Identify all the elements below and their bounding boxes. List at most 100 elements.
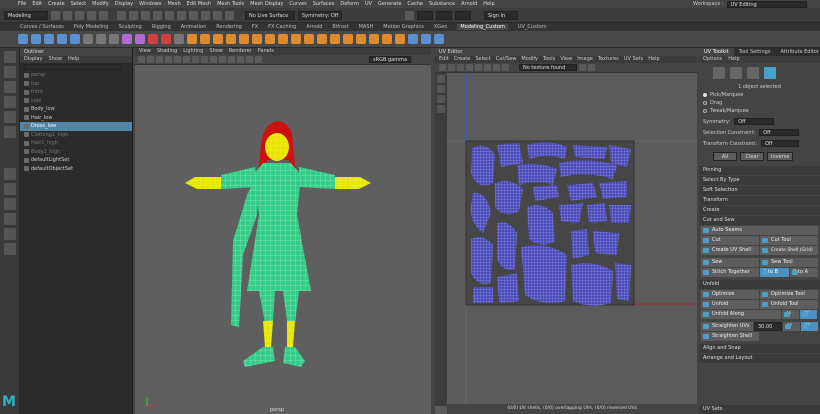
section-create[interactable]: Create <box>699 206 820 215</box>
stitch-together-button[interactable]: Stitch Together <box>701 268 759 277</box>
cut-tool-button[interactable]: Cut Tool <box>760 236 818 245</box>
uv-grid-icon[interactable] <box>439 64 446 71</box>
tab-xgen[interactable]: XGen <box>434 24 448 30</box>
paint-select-icon[interactable] <box>3 81 16 93</box>
vp-menu-show[interactable]: Show <box>209 48 223 55</box>
vp-menu-lighting[interactable]: Lighting <box>183 48 203 55</box>
outliner-item[interactable]: Hair_low <box>20 114 132 123</box>
menu-modify[interactable]: Modify <box>92 1 109 7</box>
live-surface-dropdown[interactable]: No Live Surface <box>245 11 295 20</box>
uv-gamma-icon[interactable] <box>588 64 595 71</box>
mirror-icon[interactable] <box>122 34 132 44</box>
resolution-gate-icon[interactable] <box>192 56 199 63</box>
outliner-item[interactable]: front <box>20 88 132 97</box>
uv-menu-modify[interactable]: Modify <box>521 56 538 63</box>
select-all-button[interactable]: All <box>713 152 737 161</box>
append-polygon-icon[interactable] <box>278 34 288 44</box>
menu-mesh-tools[interactable]: Mesh Tools <box>217 1 244 7</box>
multicut-icon[interactable] <box>226 34 236 44</box>
uv-canvas[interactable] <box>447 73 697 404</box>
symmetry-toolkit-dropdown[interactable]: Off <box>734 118 775 125</box>
lights-icon[interactable] <box>228 56 235 63</box>
straighten-v-button[interactable]: V <box>801 322 818 331</box>
merge-icon[interactable] <box>304 34 314 44</box>
radio-drag-icon[interactable] <box>703 101 707 105</box>
uv-image-icon[interactable] <box>493 64 500 71</box>
tab-uv-custom[interactable]: UV_Custom <box>518 24 547 30</box>
menu-mesh[interactable]: Mesh <box>167 1 180 7</box>
sew-button[interactable]: Sew <box>701 258 759 267</box>
radio-pick-icon[interactable] <box>703 93 707 97</box>
menu-windows[interactable]: Windows <box>139 1 161 7</box>
menu-arnold[interactable]: Arnold <box>461 1 477 7</box>
fill-hole-icon[interactable] <box>291 34 301 44</box>
outliner-item[interactable]: Body1_high <box>20 148 132 157</box>
uv-menu-edit[interactable]: Edit <box>439 56 449 63</box>
insert-edgeloop-icon[interactable] <box>252 34 262 44</box>
poly-plane-icon[interactable] <box>57 34 67 44</box>
mode-pick-marquee[interactable]: Pick/Marquee <box>710 92 743 98</box>
straighten-u-button[interactable]: U <box>783 322 800 331</box>
uv-select-icon[interactable] <box>437 75 445 83</box>
vp-menu-view[interactable]: View <box>139 48 151 55</box>
ipr-render-icon[interactable] <box>213 11 222 20</box>
circularize-icon[interactable] <box>382 34 392 44</box>
uv-menu-select[interactable]: Select <box>475 56 490 63</box>
tab-bifrost[interactable]: Bifrost <box>332 24 348 30</box>
select-component-icon[interactable] <box>141 11 150 20</box>
transform-constraint-dropdown[interactable]: Off <box>761 140 800 147</box>
detach-icon[interactable] <box>343 34 353 44</box>
poke-icon[interactable] <box>356 34 366 44</box>
optimize-tool-button[interactable]: Optimize Tool <box>760 290 818 299</box>
outliner-item[interactable]: Clothing1_high <box>20 131 132 140</box>
wireframe-icon[interactable] <box>201 56 208 63</box>
layout-icon[interactable] <box>3 213 16 225</box>
menu-generate[interactable]: Generate <box>378 1 401 7</box>
uv-shaded-icon[interactable] <box>466 64 473 71</box>
unfold-u-button[interactable]: U <box>782 310 799 319</box>
vp-menu-shading[interactable]: Shading <box>157 48 177 55</box>
uv-exposure-icon[interactable] <box>579 64 586 71</box>
section-soft-selection[interactable]: Soft Selection <box>699 186 820 195</box>
section-cut-and-sew[interactable]: Cut and Sew <box>699 216 820 225</box>
tab-animation[interactable]: Animation <box>181 24 207 30</box>
lasso-tool-icon[interactable] <box>3 66 16 78</box>
outliner-item[interactable]: Dress_low <box>20 122 132 131</box>
menu-create[interactable]: Create <box>48 1 65 7</box>
section-uv-sets[interactable]: UV Sets <box>699 405 820 414</box>
tab-motion-graphics[interactable]: Motion Graphics <box>383 24 424 30</box>
uv-scale-icon[interactable] <box>437 105 445 113</box>
undo-icon[interactable] <box>87 11 96 20</box>
combine-icon[interactable] <box>83 34 93 44</box>
film-gate-icon[interactable] <box>183 56 190 63</box>
target-weld-icon[interactable] <box>239 34 249 44</box>
outliner-item[interactable]: Hair1_high <box>20 139 132 148</box>
planar-map-icon[interactable] <box>421 34 431 44</box>
outliner-item[interactable]: persp <box>20 71 132 80</box>
texture-dropdown[interactable]: No texture found <box>519 64 577 71</box>
poly-cube-icon[interactable] <box>31 34 41 44</box>
select-hierarchy-icon[interactable] <box>117 11 126 20</box>
cut-button[interactable]: Cut <box>701 236 759 245</box>
delete-history-icon[interactable] <box>148 34 158 44</box>
smooth-shade-icon[interactable] <box>210 56 217 63</box>
xray-icon[interactable] <box>246 56 253 63</box>
uv-menu-image[interactable]: Image <box>577 56 593 63</box>
render-icon[interactable] <box>201 11 210 20</box>
a-to-b-button[interactable]: A to B <box>760 268 789 277</box>
outliner-item[interactable]: side <box>20 97 132 106</box>
create-shell-grid-button[interactable]: Create Shell (Grid) <box>760 246 818 255</box>
tab-arnold[interactable]: Arnold <box>306 24 322 30</box>
grid-icon[interactable] <box>174 56 181 63</box>
optimize-button[interactable]: Optimize <box>701 290 759 299</box>
y-field[interactable] <box>436 11 452 20</box>
tab-mash[interactable]: MASH <box>359 24 374 30</box>
selection-constraint-dropdown[interactable]: Off <box>759 129 800 136</box>
camera-icon[interactable] <box>138 56 145 63</box>
uv-vertex-mode-icon[interactable] <box>713 67 725 79</box>
collapse-icon[interactable] <box>317 34 327 44</box>
mode-dropdown[interactable]: Modeling <box>4 11 48 20</box>
vp-menu-panels[interactable]: Panels <box>258 48 274 55</box>
chamfer-icon[interactable] <box>395 34 405 44</box>
vp-menu-renderer[interactable]: Renderer <box>229 48 252 55</box>
